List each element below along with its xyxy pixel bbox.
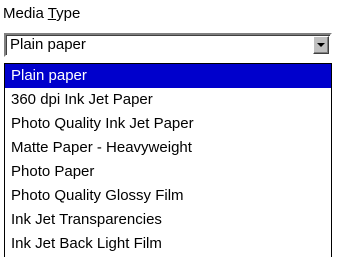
media-type-label-rest: ype xyxy=(56,5,81,22)
media-type-label: Media Type xyxy=(3,3,348,25)
media-type-label-prefix: Media xyxy=(3,5,48,22)
dropdown-arrow-button[interactable] xyxy=(313,36,329,54)
media-type-current-value: Plain paper xyxy=(10,36,86,53)
media-type-label-mnemonic: T xyxy=(47,5,57,22)
media-type-dropdown-list[interactable]: Plain paper 360 dpi Ink Jet Paper Photo … xyxy=(4,63,332,257)
dropdown-option-photo-quality-ink-jet-paper[interactable]: Photo Quality Ink Jet Paper xyxy=(5,112,331,136)
dropdown-option-plain-paper[interactable]: Plain paper xyxy=(5,64,331,88)
chevron-down-icon xyxy=(317,43,325,47)
dropdown-option-photo-paper[interactable]: Photo Paper xyxy=(5,160,331,184)
dropdown-option-ink-jet-back-light-film[interactable]: Ink Jet Back Light Film xyxy=(5,232,331,256)
media-type-combobox[interactable]: Plain paper xyxy=(4,33,332,57)
dropdown-option-ink-jet-transparencies[interactable]: Ink Jet Transparencies xyxy=(5,208,331,232)
dropdown-option-360-dpi-ink-jet-paper[interactable]: 360 dpi Ink Jet Paper xyxy=(5,88,331,112)
dropdown-option-matte-paper-heavyweight[interactable]: Matte Paper - Heavyweight xyxy=(5,136,331,160)
dropdown-option-photo-quality-glossy-film[interactable]: Photo Quality Glossy Film xyxy=(5,184,331,208)
